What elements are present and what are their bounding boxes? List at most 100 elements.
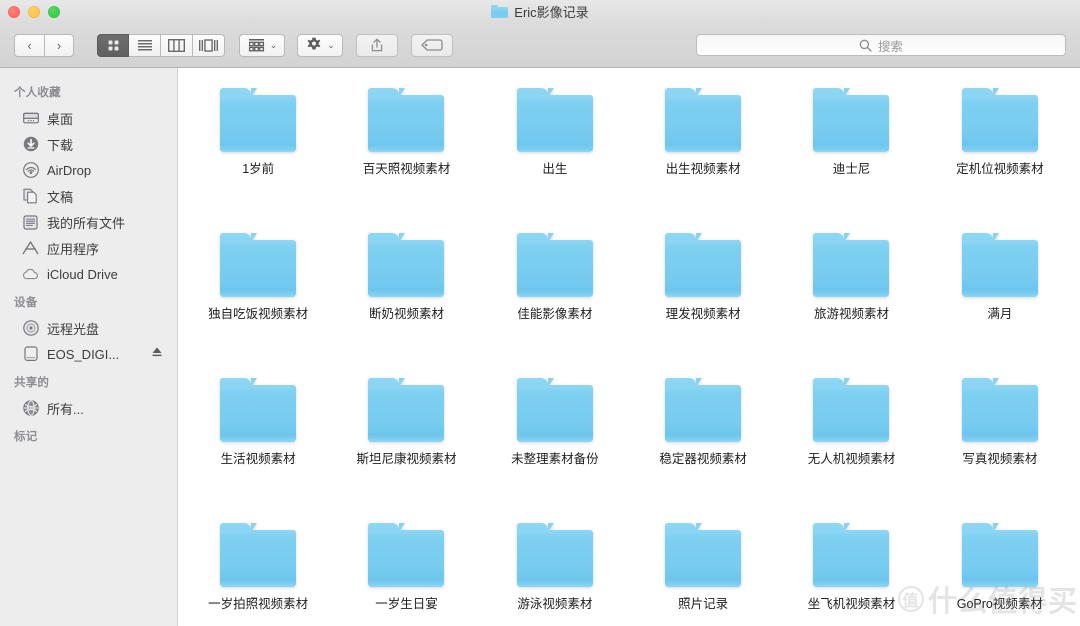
file-name: 一岁生日宴 bbox=[375, 597, 438, 611]
sidebar-item-desktop[interactable]: 桌面 bbox=[0, 105, 177, 131]
folder-icon bbox=[813, 233, 890, 297]
folder-icon bbox=[813, 88, 890, 152]
sidebar-item-label: iCloud Drive bbox=[47, 266, 118, 282]
folder-icon bbox=[665, 523, 742, 587]
file-name: 定机位视频素材 bbox=[956, 162, 1044, 176]
tags-button[interactable] bbox=[411, 33, 453, 57]
folder-icon bbox=[220, 378, 297, 442]
arrange-button[interactable]: ⌄ bbox=[239, 33, 285, 57]
sidebar-item-label: 应用程序 bbox=[47, 241, 100, 257]
sidebar: 个人收藏 桌面 下载 AirDrop 文稿 我的所有文件 应用程序 iCloud… bbox=[0, 68, 178, 626]
sidebar-item-applications[interactable]: 应用程序 bbox=[0, 235, 177, 261]
forward-button[interactable]: › bbox=[44, 33, 74, 57]
file-item[interactable]: 迪士尼 bbox=[777, 80, 925, 225]
file-item[interactable]: 生活视频素材 bbox=[184, 370, 332, 515]
file-name: 无人机视频素材 bbox=[807, 452, 896, 466]
file-name: 独自吃饭视频素材 bbox=[208, 307, 309, 321]
sidebar-item-all-my-files[interactable]: 我的所有文件 bbox=[0, 209, 177, 235]
file-item[interactable]: 写真视频素材 bbox=[926, 370, 1074, 515]
chevron-down-icon: ⌄ bbox=[269, 39, 278, 50]
sidebar-item-documents[interactable]: 文稿 bbox=[0, 183, 177, 209]
sidebar-item-icloud-drive[interactable]: iCloud Drive bbox=[0, 261, 177, 287]
airdrop-icon bbox=[22, 162, 39, 179]
file-name: 满月 bbox=[987, 307, 1013, 321]
file-name: 生活视频素材 bbox=[220, 452, 296, 466]
file-item[interactable]: 满月 bbox=[926, 225, 1074, 370]
file-item[interactable]: 照片记录 bbox=[629, 515, 777, 626]
minimize-button[interactable] bbox=[28, 5, 40, 18]
action-gear-button[interactable]: ⌄ bbox=[297, 33, 343, 57]
all-files-icon bbox=[22, 214, 39, 231]
zoom-button[interactable] bbox=[48, 5, 60, 18]
file-item[interactable]: 出生视频素材 bbox=[629, 80, 777, 225]
window-title-text: Eric影像记录 bbox=[514, 5, 589, 20]
file-item[interactable]: GoPro视频素材 bbox=[926, 515, 1074, 626]
sidebar-item-label: 下载 bbox=[47, 137, 74, 153]
folder-icon bbox=[368, 88, 445, 152]
file-item[interactable]: 佳能影像素材 bbox=[481, 225, 629, 370]
sidebar-item-remote-disc[interactable]: 远程光盘 bbox=[0, 315, 177, 341]
file-item[interactable]: 独自吃饭视频素材 bbox=[184, 225, 332, 370]
file-item[interactable]: 百天照视频素材 bbox=[332, 80, 480, 225]
file-name: 写真视频素材 bbox=[962, 452, 1038, 466]
file-item[interactable]: 断奶视频素材 bbox=[332, 225, 480, 370]
disc-icon bbox=[22, 320, 39, 337]
sidebar-section-devices-header: 设备 bbox=[14, 297, 38, 309]
file-item[interactable]: 1岁前 bbox=[184, 80, 332, 225]
file-item[interactable]: 坐飞机视频素材 bbox=[777, 515, 925, 626]
eject-icon[interactable] bbox=[151, 345, 163, 363]
file-item[interactable]: 旅游视频素材 bbox=[777, 225, 925, 370]
file-name: GoPro视频素材 bbox=[956, 597, 1043, 611]
file-item[interactable]: 斯坦尼康视频素材 bbox=[332, 370, 480, 515]
coverflow-icon bbox=[199, 38, 218, 52]
sidebar-item-label: 远程光盘 bbox=[47, 321, 100, 337]
back-button[interactable]: ‹ bbox=[14, 33, 44, 57]
folder-icon bbox=[665, 88, 742, 152]
column-view-button[interactable] bbox=[161, 33, 193, 57]
navigation-buttons: ‹ › bbox=[14, 33, 74, 57]
file-item[interactable]: 游泳视频素材 bbox=[481, 515, 629, 626]
sidebar-item-label: 文稿 bbox=[47, 189, 74, 205]
sidebar-item-downloads[interactable]: 下载 bbox=[0, 131, 177, 157]
folder-icon bbox=[220, 233, 297, 297]
folder-icon bbox=[961, 523, 1038, 587]
file-item[interactable]: 无人机视频素材 bbox=[777, 370, 925, 515]
share-button[interactable] bbox=[356, 33, 398, 57]
list-view-button[interactable] bbox=[129, 33, 161, 57]
folder-icon bbox=[516, 378, 593, 442]
download-icon bbox=[22, 136, 39, 153]
file-item[interactable]: 定机位视频素材 bbox=[926, 80, 1074, 225]
file-item[interactable]: 出生 bbox=[481, 80, 629, 225]
folder-icon bbox=[813, 523, 890, 587]
file-item[interactable]: 稳定器视频素材 bbox=[629, 370, 777, 515]
sidebar-item-airdrop[interactable]: AirDrop bbox=[0, 157, 177, 183]
folder-icon bbox=[665, 378, 742, 442]
list-icon bbox=[137, 40, 152, 51]
file-item[interactable]: 一岁生日宴 bbox=[332, 515, 480, 626]
file-list-area[interactable]: 1岁前 百天照视频素材 出生 出生视频素材 迪士尼 定机位视频素材 独自吃饭视频… bbox=[178, 68, 1080, 626]
file-name: 坐飞机视频素材 bbox=[807, 597, 896, 611]
file-name: 理发视频素材 bbox=[665, 307, 741, 321]
sidebar-item-all-shared[interactable]: 所有... bbox=[0, 395, 177, 421]
file-name: 断奶视频素材 bbox=[368, 307, 444, 321]
folder-icon bbox=[220, 88, 297, 152]
file-name: 照片记录 bbox=[678, 597, 729, 611]
file-name: 百天照视频素材 bbox=[362, 162, 451, 176]
file-item[interactable]: 一岁拍照视频素材 bbox=[184, 515, 332, 626]
applications-icon bbox=[22, 240, 39, 257]
icon-view-button[interactable] bbox=[97, 33, 129, 57]
file-name: 出生 bbox=[542, 162, 568, 176]
search-input[interactable]: 搜索 bbox=[696, 34, 1066, 56]
sidebar-item-eos-digital[interactable]: EOS_DIGI... bbox=[0, 341, 177, 367]
file-item[interactable]: 理发视频素材 bbox=[629, 225, 777, 370]
folder-icon bbox=[368, 233, 445, 297]
chevron-right-icon: › bbox=[56, 37, 62, 53]
sidebar-section-shared-header: 共享的 bbox=[14, 377, 50, 389]
arrange-icon bbox=[248, 39, 264, 52]
cover-flow-view-button[interactable] bbox=[193, 33, 225, 57]
sidebar-item-label: 桌面 bbox=[47, 111, 74, 127]
search-icon bbox=[859, 39, 872, 52]
sidebar-section-favorites-header: 个人收藏 bbox=[14, 87, 61, 99]
close-button[interactable] bbox=[8, 5, 20, 18]
file-item[interactable]: 未整理素材备份 bbox=[481, 370, 629, 515]
